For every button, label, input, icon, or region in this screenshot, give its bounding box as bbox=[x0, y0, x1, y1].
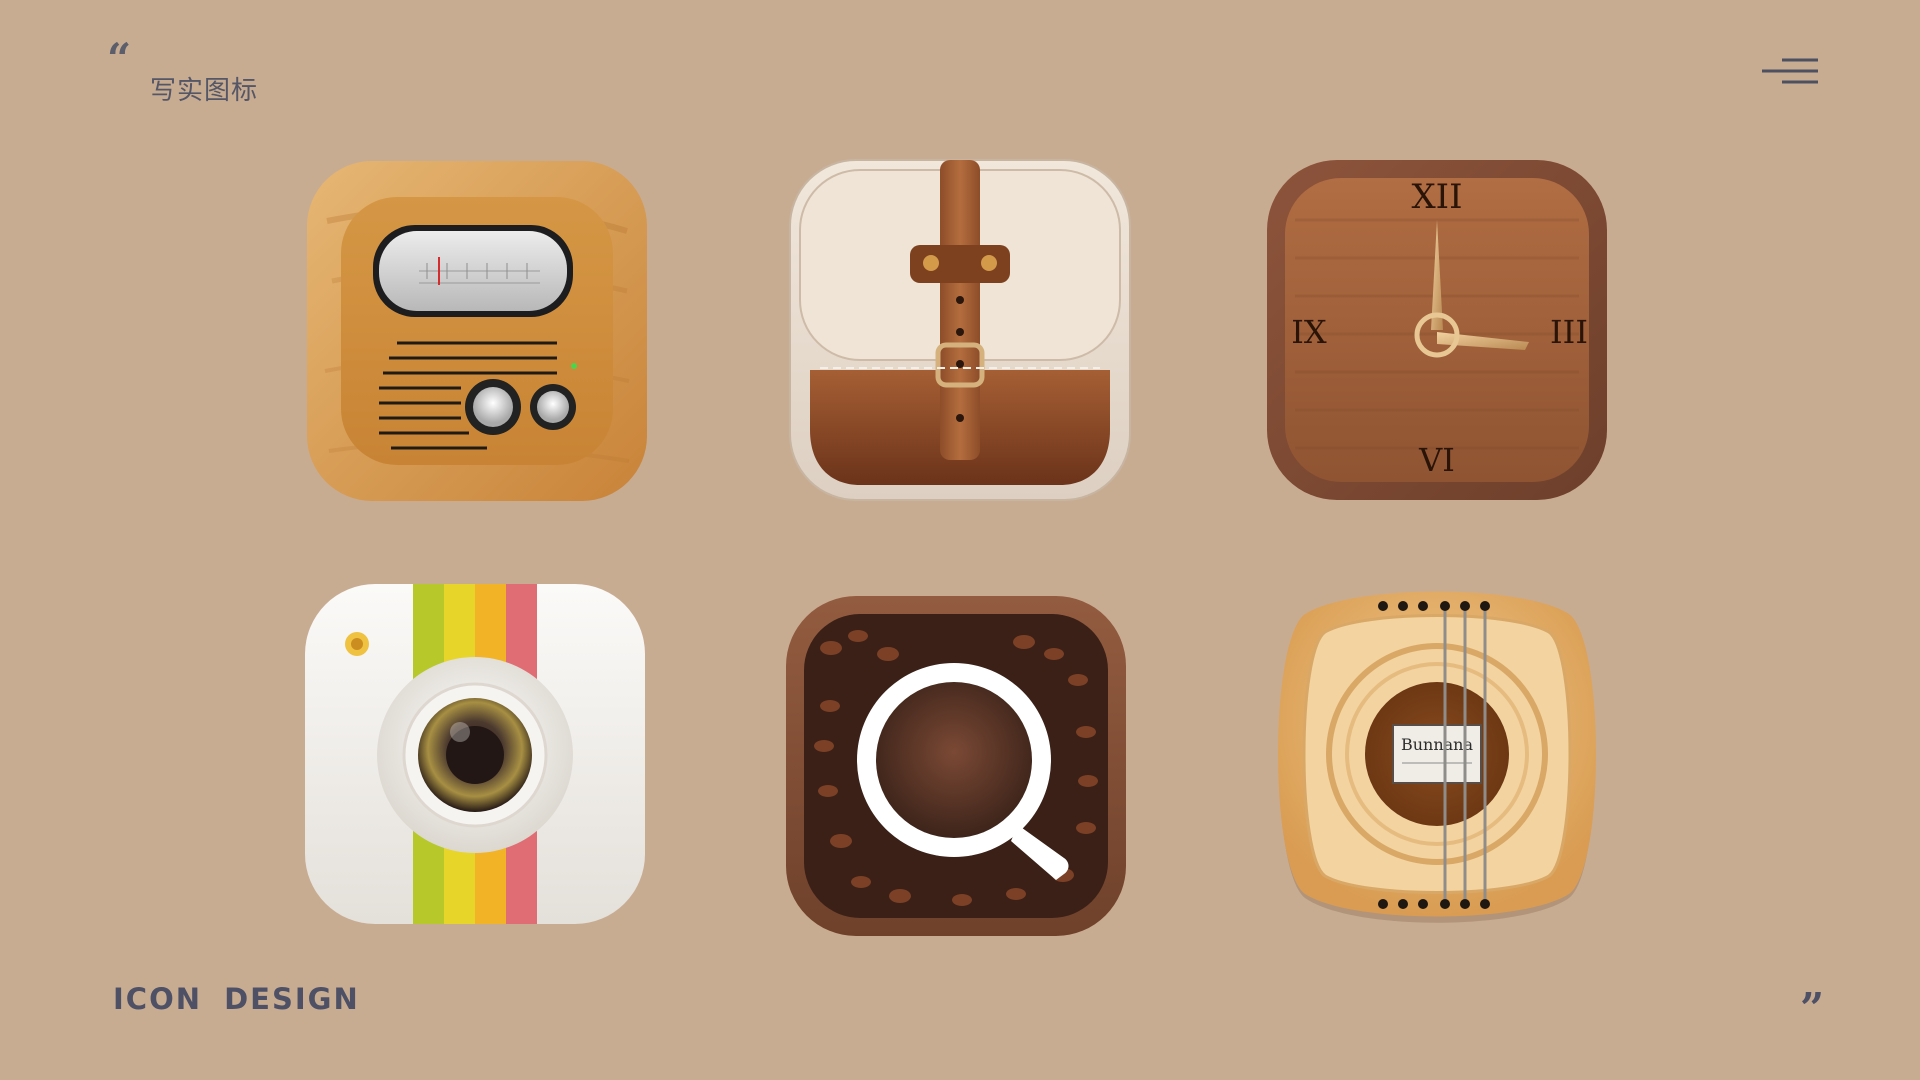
clock-numeral-right: III bbox=[1550, 313, 1588, 351]
coffee-icon[interactable] bbox=[786, 596, 1126, 936]
clock-numeral-bottom: VI bbox=[1418, 441, 1455, 479]
camera-icon[interactable] bbox=[305, 584, 645, 924]
guitar-label-text: Bunnana bbox=[1401, 735, 1474, 754]
close-quote-mark: ” bbox=[1800, 984, 1825, 1033]
radio-icon[interactable] bbox=[307, 161, 647, 501]
bag-icon[interactable] bbox=[789, 159, 1131, 501]
page-title: 写实图标 bbox=[150, 76, 259, 106]
open-quote-mark: “ bbox=[107, 34, 132, 83]
clock-numeral-top: XII bbox=[1411, 177, 1462, 217]
clock-icon[interactable]: XII III VI IX bbox=[1267, 160, 1607, 500]
icon-design-footer-title: ICON DESIGN bbox=[113, 982, 360, 1016]
clock-numeral-left: IX bbox=[1291, 313, 1327, 351]
guitar-icon[interactable]: Bunnana bbox=[1267, 584, 1607, 924]
hamburger-menu-icon[interactable] bbox=[1762, 56, 1818, 86]
